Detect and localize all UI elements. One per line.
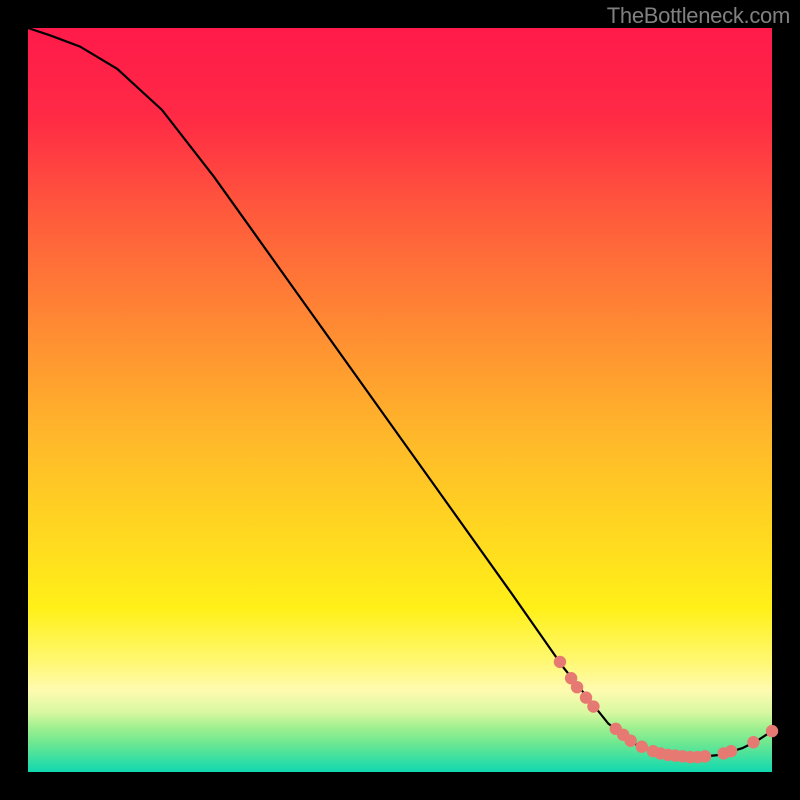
data-marker — [571, 681, 583, 693]
chart-svg — [0, 0, 800, 800]
data-marker — [587, 700, 599, 712]
watermark-text: TheBottleneck.com — [607, 3, 790, 29]
data-marker — [554, 656, 566, 668]
data-marker — [725, 745, 737, 757]
data-marker — [636, 741, 648, 753]
data-marker — [699, 750, 711, 762]
data-marker — [747, 736, 759, 748]
data-marker — [624, 735, 636, 747]
chart-container: TheBottleneck.com — [0, 0, 800, 800]
plot-background — [28, 28, 772, 772]
data-marker — [766, 725, 778, 737]
